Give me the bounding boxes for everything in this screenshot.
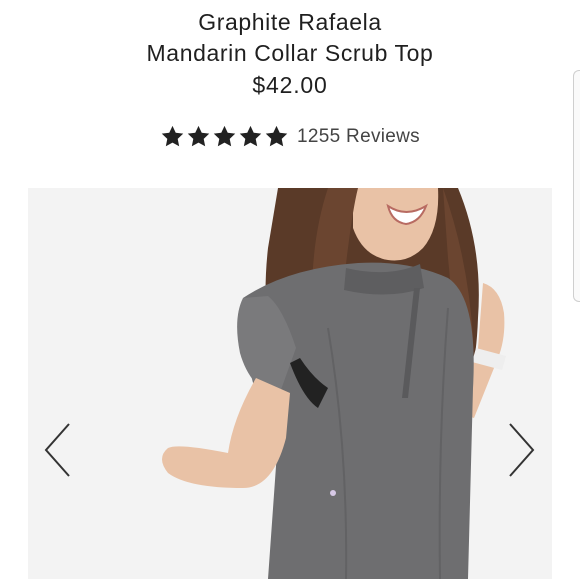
product-title-line1: Graphite Rafaela bbox=[198, 9, 382, 35]
reviews-link[interactable]: 1255 Reviews bbox=[297, 126, 420, 148]
star-icon bbox=[161, 125, 184, 147]
product-image-gallery[interactable] bbox=[28, 188, 552, 579]
product-title-line2: Mandarin Collar Scrub Top bbox=[146, 40, 434, 66]
previous-image-button[interactable] bbox=[35, 415, 79, 485]
star-icon bbox=[239, 125, 262, 147]
product-photo bbox=[28, 188, 552, 579]
product-title: Graphite Rafaela Mandarin Collar Scrub T… bbox=[0, 7, 580, 69]
rating-summary[interactable]: 1255 Reviews bbox=[0, 124, 580, 149]
next-image-button[interactable] bbox=[500, 415, 544, 485]
chevron-left-icon bbox=[44, 423, 70, 477]
star-icon bbox=[265, 125, 288, 147]
star-icon bbox=[213, 125, 236, 147]
star-icon bbox=[187, 125, 210, 147]
side-scroll-handle[interactable] bbox=[573, 70, 580, 302]
product-price: $42.00 bbox=[252, 72, 328, 98]
chevron-right-icon bbox=[509, 423, 535, 477]
star-rating bbox=[160, 124, 289, 149]
